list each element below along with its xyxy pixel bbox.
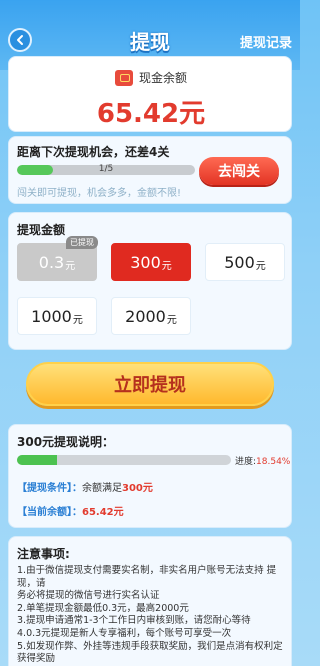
withdrawn-badge: 已提现	[66, 236, 98, 249]
condition-key: 【提现条件】：	[17, 483, 82, 494]
wallet-icon	[114, 69, 133, 86]
balance-card: 现金余额 65.42元	[8, 56, 292, 132]
chance-note: 闯关即可提现，机会多多，金额不限!	[17, 188, 182, 199]
progress-percent: 18.54%	[256, 457, 291, 467]
balance-value: 65.42元	[96, 99, 206, 129]
withdraw-progress-label: 进度:18.54%	[235, 454, 290, 467]
note-item: 务必将提现的微信号进行实名认证	[17, 590, 160, 602]
withdraw-record-link[interactable]: 提现记录	[240, 32, 292, 51]
withdraw-now-button[interactable]: 立即提现	[26, 362, 274, 406]
amount-option-value: 1000	[31, 306, 72, 326]
amount-option-1000[interactable]: 1000 元	[17, 297, 97, 335]
condition-text: 余额满足	[82, 483, 122, 494]
amount-option-value: 0.3	[38, 252, 65, 272]
balance-row: 现金余额	[9, 69, 293, 86]
current-balance-value: 65.42元	[82, 507, 124, 518]
withdraw-chance-card: 距离下次提现机会，还差4关 1/5 闯关即可提现，机会多多，金额不限! 去闯关	[8, 136, 292, 204]
amount-option-2000[interactable]: 2000 元	[111, 297, 191, 335]
notes-title: 注意事项:	[17, 547, 70, 561]
withdraw-amount-card: 提现金额 0.3 元 已提现 300 元 500 元 1000 元 2000 元	[8, 212, 292, 350]
amount-option-value: 300	[130, 252, 161, 272]
progress-label-text: 进度:	[235, 457, 257, 467]
note-item: 3.提现申请通常1-3个工作日内审核到账，请您耐心等待	[17, 615, 251, 627]
amount-option-500[interactable]: 500 元	[205, 243, 285, 281]
amount-option-300[interactable]: 300 元	[111, 243, 191, 281]
balance-label: 现金余额	[138, 71, 187, 85]
amount-option-unit: 元	[65, 260, 76, 272]
amount-option-0.3[interactable]: 0.3 元 已提现	[17, 236, 98, 281]
note-item: 4.0.3元提现是新人专享福利，每个账号可享受一次	[17, 627, 232, 639]
condition-value: 300元	[122, 483, 153, 494]
amount-option-value: 500	[224, 252, 255, 272]
level-progress-text: 1/5	[98, 164, 114, 174]
amount-title: 提现金额	[17, 223, 66, 237]
amount-option-value: 2000	[125, 306, 166, 326]
current-balance-line: 【当前余额】：65.42元	[17, 503, 124, 518]
withdraw-progress-fill	[17, 455, 57, 465]
current-balance-key: 【当前余额】：	[17, 507, 82, 518]
go-play-button[interactable]: 去闯关	[199, 157, 279, 185]
note-item: 2.单笔提现金额最低0.3元，最高2000元	[17, 602, 189, 614]
amount-option-unit: 元	[161, 260, 172, 272]
amount-option-unit: 元	[72, 314, 83, 326]
amount-option-unit: 元	[255, 260, 266, 272]
description-title: 300元提现说明：	[17, 435, 115, 449]
notes-list: 1.由于微信提现支付需要实名制，非实名用户账号无法支持 提现，请 务必将提现的微…	[17, 565, 289, 666]
amount-option-unit: 元	[166, 314, 177, 326]
withdraw-progress-bar	[17, 455, 231, 465]
chance-title: 距离下次提现机会，还差4关	[17, 145, 170, 159]
withdraw-description-card: 300元提现说明： 进度:18.54% 【提现条件】：余额满足300元 【当前余…	[8, 424, 292, 528]
note-item: 1.由于微信提现支付需要实名制，非实名用户账号无法支持 提现，请	[17, 565, 277, 589]
notes-card: 注意事项: 1.由于微信提现支付需要实名制，非实名用户账号无法支持 提现，请 务…	[8, 536, 292, 666]
withdraw-condition-line: 【提现条件】：余额满足300元	[17, 479, 153, 494]
note-item: 5.如发现作弊、外挂等违规手段获取奖励，我们是点消有权利定获得奖励	[17, 640, 283, 665]
